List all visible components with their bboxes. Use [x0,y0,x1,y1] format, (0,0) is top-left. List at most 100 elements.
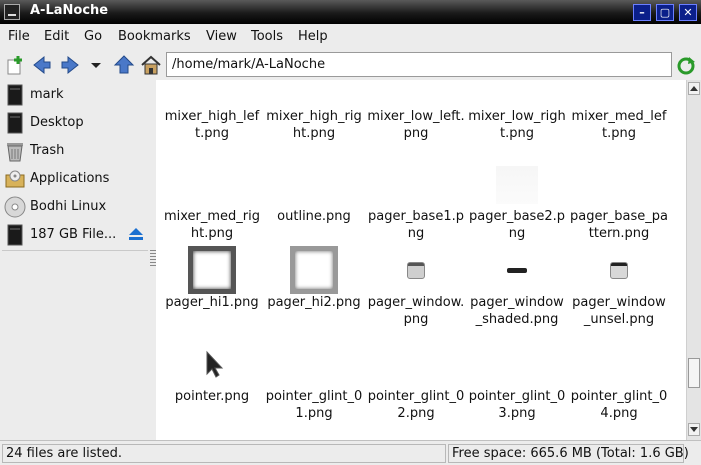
file-name: pager_base_pattern.png [569,209,669,241]
file-name: pager_hi2.png [267,295,361,310]
trash-icon [4,140,26,162]
file-item[interactable]: mixer_med_left.png [569,108,669,142]
sidebar-item-label: Bodhi Linux [30,199,107,214]
file-name: mixer_med_left.png [571,109,667,141]
file-name: mixer_high_left.png [164,109,260,141]
vertical-scrollbar[interactable] [686,80,701,440]
file-name: mixer_med_right.png [163,209,261,241]
menu-view[interactable]: View [206,29,237,44]
menu-bar: File Edit Go Bookmarks View Tools Help [0,24,701,50]
window-title: A-LaNoche [30,3,109,18]
app-menu-icon[interactable] [4,4,20,20]
file-count-status: 24 files are listed. [2,444,446,463]
file-name: pager_window_unsel.png [572,295,666,327]
file-item[interactable]: pager_window.png [366,246,466,328]
file-item[interactable]: pointer_glint_01.png [264,340,364,422]
file-name: mixer_low_left.png [367,109,465,141]
file-item[interactable]: outline.png [264,160,364,225]
back-icon[interactable] [31,54,53,76]
file-item[interactable]: pager_hi1.png [162,246,262,311]
file-item[interactable]: pointer_glint_03.png [467,340,567,422]
disc-icon [4,196,26,218]
file-name: pointer_glint_03.png [468,389,566,421]
file-item[interactable]: mixer_low_right.png [467,108,567,142]
file-view: mixer_high_left.png mixer_high_right.png… [156,80,686,440]
sidebar-item-trash[interactable]: Trash [0,138,150,164]
sidebar-item-applications[interactable]: Applications [0,166,150,192]
sidebar: mark Desktop Trash Applications Bodhi Li… [0,80,150,440]
drive-icon [4,112,26,134]
file-thumbnail [392,160,440,208]
file-item[interactable]: mixer_med_right.png [162,160,262,242]
sidebar-item-bodhi-linux[interactable]: Bodhi Linux [0,194,150,220]
file-name: pager_window.png [367,295,465,327]
pointer-cursor-icon [206,350,224,378]
sidebar-item-desktop[interactable]: Desktop [0,110,150,136]
file-name: mixer_low_right.png [468,109,566,141]
sidebar-item-label: Desktop [30,115,84,130]
file-item[interactable]: pager_window_shaded.png [467,246,567,328]
file-thumbnail [188,160,236,208]
sidebar-divider [2,250,148,251]
file-name: pager_base1.png [368,209,464,241]
scroll-up-icon[interactable] [688,82,700,95]
status-bar: 24 files are listed. Free space: 665.6 M… [0,440,701,465]
drive-icon [4,84,26,106]
file-item[interactable]: mixer_low_left.png [366,108,466,142]
file-thumbnail [392,246,440,294]
file-name: pointer_glint_01.png [265,389,363,421]
sidebar-item-label: Trash [30,143,65,158]
file-thumbnail [595,160,643,208]
file-item[interactable]: pointer.png [162,340,262,405]
scroll-down-icon[interactable] [688,423,700,436]
menu-file[interactable]: File [8,29,30,44]
file-item[interactable]: pointer_glint_02.png [366,340,466,422]
forward-icon[interactable] [59,54,81,76]
file-name: pointer.png [174,389,250,404]
minimize-button[interactable]: – [633,4,651,21]
scrollbar-thumb[interactable] [688,358,700,388]
close-button[interactable]: ✕ [679,4,697,21]
history-dropdown-icon[interactable] [86,54,108,76]
file-thumbnail [493,340,541,388]
file-name: pager_window_shaded.png [470,295,564,327]
location-bar[interactable]: /home/mark/A-LaNoche [166,52,672,77]
sidebar-item-187gb-volume[interactable]: 187 GB File... [0,222,150,248]
file-name: pager_base2.png [469,209,565,241]
file-thumbnail [392,340,440,388]
free-space-status: Free space: 665.6 MB (Total: 1.6 GB) [448,444,689,463]
file-item[interactable]: pager_base2.png [467,160,567,242]
title-bar: A-LaNoche – ▢ ✕ [0,0,701,24]
home-icon[interactable] [140,54,162,76]
file-item[interactable]: pager_base_pattern.png [569,160,669,242]
up-folder-icon[interactable] [113,54,135,76]
file-thumbnail [188,340,236,388]
file-item[interactable]: pager_window_unsel.png [569,246,669,328]
refresh-go-icon[interactable] [675,54,697,76]
file-thumbnail [290,246,338,294]
menu-bookmarks[interactable]: Bookmarks [118,29,191,44]
sidebar-item-label: Applications [30,171,110,186]
file-thumbnail [493,246,541,294]
file-name: pager_hi1.png [165,295,259,310]
file-item[interactable]: pointer_glint_04.png [569,340,669,422]
menu-tools[interactable]: Tools [251,29,283,44]
sidebar-item-label: 187 GB File... [30,227,117,242]
applications-icon [4,168,26,190]
menu-go[interactable]: Go [84,29,102,44]
eject-icon[interactable] [128,226,144,242]
menu-edit[interactable]: Edit [44,29,69,44]
sidebar-item-label: mark [30,87,64,102]
maximize-button[interactable]: ▢ [656,4,674,21]
menu-help[interactable]: Help [298,29,328,44]
new-tab-icon[interactable] [4,54,26,76]
file-name: pointer_glint_02.png [367,389,465,421]
file-item[interactable]: pager_hi2.png [264,246,364,311]
file-item[interactable]: mixer_high_right.png [264,108,364,142]
file-item[interactable]: pager_base1.png [366,160,466,242]
file-thumbnail [188,246,236,294]
file-name: mixer_high_right.png [266,109,362,141]
file-name: outline.png [277,209,351,224]
file-item[interactable]: mixer_high_left.png [162,108,262,142]
sidebar-item-mark[interactable]: mark [0,82,150,108]
